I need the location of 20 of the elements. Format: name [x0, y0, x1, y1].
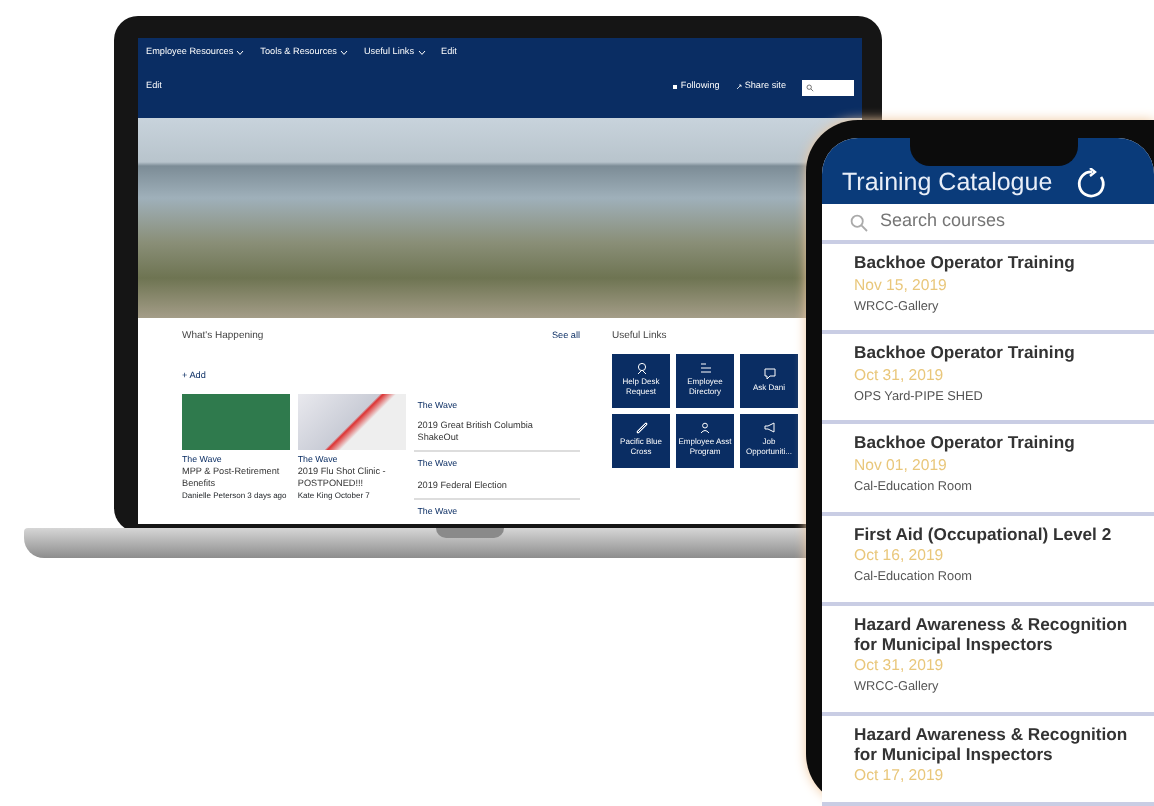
megaphone-icon	[763, 422, 775, 435]
app-title: Training Catalogue	[842, 166, 1053, 201]
course-title: Backhoe Operator Training	[854, 254, 1077, 274]
person-icon	[635, 362, 647, 375]
search-icon	[850, 213, 868, 231]
search-field[interactable]	[802, 79, 854, 96]
course-title: Backhoe Operator Training	[854, 344, 1077, 365]
course-title: Backhoe Operator Training	[854, 434, 1077, 455]
laptop-notch	[436, 528, 504, 538]
news-photo	[297, 393, 406, 449]
list-icon	[699, 362, 711, 375]
search-field[interactable]: Search courses	[880, 208, 1120, 236]
share-icon	[735, 84, 742, 91]
news-image	[182, 393, 290, 449]
chat-icon	[763, 367, 775, 380]
search-icon	[806, 83, 814, 92]
course-title: First Aid (Occupational) Level 2	[854, 525, 1114, 545]
course-title: Hazard Awareness & Recognition for Municipal Inspectors	[854, 615, 1130, 655]
course-title: Hazard Awareness & Recognition for Municipal Inspectors	[854, 725, 1130, 765]
refresh-icon[interactable]	[1076, 167, 1109, 199]
